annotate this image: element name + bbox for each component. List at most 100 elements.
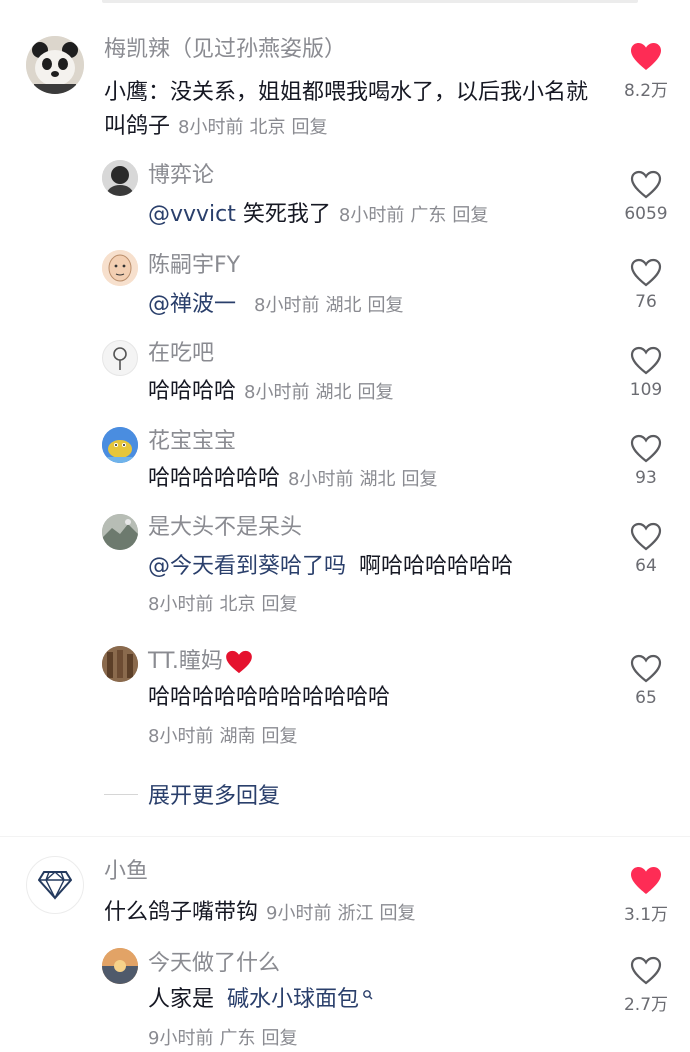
reply-location: 广东 [219, 1028, 256, 1049]
sunset-avatar-icon [102, 948, 138, 984]
like-count: 109 [629, 380, 663, 400]
reply-button[interactable]: 回复 [261, 726, 297, 747]
mention-link[interactable]: @今天看到葵哈了吗 [148, 554, 346, 579]
like-button[interactable]: 6059 [616, 170, 676, 224]
panda-avatar-icon [26, 36, 84, 94]
like-button[interactable]: 109 [616, 346, 676, 400]
comment-username[interactable]: 梅凯辣（见过孙燕姿版） [104, 36, 346, 64]
avatar[interactable] [102, 948, 138, 984]
reply-body: 笑死我了 [242, 202, 331, 227]
face-avatar-icon [102, 250, 138, 286]
reply-body: 哈哈哈哈 [148, 379, 237, 404]
comment-text: 什么鸽子嘴带钩 9小时前 浙江 回复 [104, 896, 421, 931]
comment-meta: 9小时前 浙江 回复 [266, 903, 421, 924]
comment-username[interactable]: 小鱼 [104, 858, 148, 886]
like-button[interactable]: 93 [616, 434, 676, 488]
reply-username[interactable]: 是大头不是呆头 [148, 514, 302, 542]
reply-meta: 8小时前 广东 回复 [339, 205, 494, 226]
reply-username[interactable]: TT.瞳妈 [148, 648, 253, 676]
reply-button[interactable]: 回复 [379, 903, 415, 924]
heart-outline-icon [630, 654, 662, 683]
reply-meta: 8小时前 湖北 回复 [244, 382, 399, 403]
search-link[interactable]: 碱水小球面包 [227, 987, 359, 1012]
reply-location: 湖北 [325, 295, 362, 316]
reply-body: 人家是 [148, 987, 215, 1012]
like-button[interactable]: 8.2万 [616, 42, 676, 101]
cartoon-avatar-icon [102, 427, 138, 463]
reply-username[interactable]: 在吃吧 [148, 340, 214, 368]
like-count: 3.1万 [623, 905, 669, 925]
comment-divider [0, 836, 690, 837]
search-icon[interactable] [362, 989, 374, 1001]
reply-text: 哈哈哈哈哈哈 8小时前 湖北 回复 [148, 462, 443, 497]
diamond-avatar-icon [38, 871, 72, 900]
reply-text: 哈哈哈哈哈哈哈哈哈哈哈 [148, 681, 390, 715]
reply-text: 人家是 碱水小球面包 [148, 983, 374, 1017]
reply-time: 8小时前 [338, 205, 405, 226]
reply-button[interactable]: 回复 [261, 1028, 297, 1049]
reply-time: 9小时前 [148, 1028, 214, 1049]
reply-text: 哈哈哈哈 8小时前 湖北 回复 [148, 375, 399, 410]
lollipop-avatar-icon [113, 347, 127, 370]
reply-time: 8小时前 [288, 469, 354, 490]
reply-location: 湖北 [315, 382, 352, 403]
reply-button[interactable]: 回复 [261, 594, 297, 615]
like-button[interactable]: 3.1万 [616, 866, 676, 925]
expand-divider [104, 793, 138, 795]
avatar[interactable] [26, 856, 84, 914]
reply-username-text: TT.瞳妈 [148, 649, 223, 674]
comment-body: 什么鸽子嘴带钩 [104, 900, 259, 925]
avatar[interactable] [102, 514, 138, 550]
mention-link[interactable]: @vvvict [148, 202, 236, 227]
reply-button[interactable]: 回复 [452, 205, 488, 226]
expand-label: 展开更多回复 [148, 784, 281, 809]
reply-button[interactable]: 回复 [367, 295, 403, 316]
like-button[interactable]: 64 [616, 522, 676, 576]
heart-filled-icon [631, 867, 661, 894]
like-count: 65 [635, 688, 657, 708]
reply-meta: 8小时前 北京 回复 [148, 592, 303, 618]
like-button[interactable]: 76 [616, 258, 676, 312]
reply-body: 啊哈哈哈哈哈哈 [359, 554, 514, 579]
mention-link[interactable]: @禅波一 [148, 292, 236, 317]
reply-text: @今天看到葵哈了吗 啊哈哈哈哈哈哈 [148, 550, 513, 584]
comment-meta: 8小时前 北京 回复 [178, 117, 333, 138]
like-count: 64 [635, 556, 657, 576]
reply-meta: 8小时前 湖南 回复 [148, 724, 303, 750]
avatar[interactable] [102, 160, 138, 196]
heart-outline-icon [630, 956, 662, 985]
reply-username[interactable]: 花宝宝宝 [148, 428, 236, 456]
user-avatar-icon [102, 160, 138, 196]
reply-username[interactable]: 博弈论 [148, 162, 214, 190]
like-count: 76 [635, 292, 657, 312]
reply-username[interactable]: 陈嗣宇FY [148, 252, 240, 280]
reply-meta: 8小时前 湖北 回复 [288, 469, 443, 490]
reply-time: 8小时前 [148, 726, 214, 747]
avatar[interactable] [102, 340, 138, 376]
heart-outline-icon [630, 170, 662, 199]
reply-button[interactable]: 回复 [291, 117, 327, 138]
avatar[interactable] [102, 427, 138, 463]
reply-meta: 8小时前 湖北 回复 [254, 295, 409, 316]
avatar[interactable] [102, 646, 138, 682]
reply-username[interactable]: 今天做了什么 [148, 950, 280, 978]
reply-meta: 9小时前 广东 回复 [148, 1026, 303, 1052]
reply-time: 8小时前 [254, 295, 320, 316]
heart-filled-icon [631, 43, 661, 70]
like-count: 93 [635, 468, 657, 488]
reply-button[interactable]: 回复 [401, 469, 437, 490]
red-heart-icon [226, 650, 252, 674]
reply-location: 湖南 [219, 726, 256, 747]
comment-location: 北京 [249, 117, 286, 138]
expand-more-replies-button[interactable]: 展开更多回复 [104, 778, 280, 810]
reply-body: 哈哈哈哈哈哈 [148, 466, 281, 491]
avatar[interactable] [102, 250, 138, 286]
like-button[interactable]: 65 [616, 654, 676, 708]
like-button[interactable]: 2.7万 [616, 956, 676, 1015]
reply-location: 北京 [219, 594, 256, 615]
reply-text: @禅波一 8小时前 湖北 回复 [148, 288, 409, 323]
comment-time: 9小时前 [266, 903, 332, 924]
avatar[interactable] [26, 36, 84, 94]
reply-button[interactable]: 回复 [357, 382, 393, 403]
heart-outline-icon [630, 346, 662, 375]
